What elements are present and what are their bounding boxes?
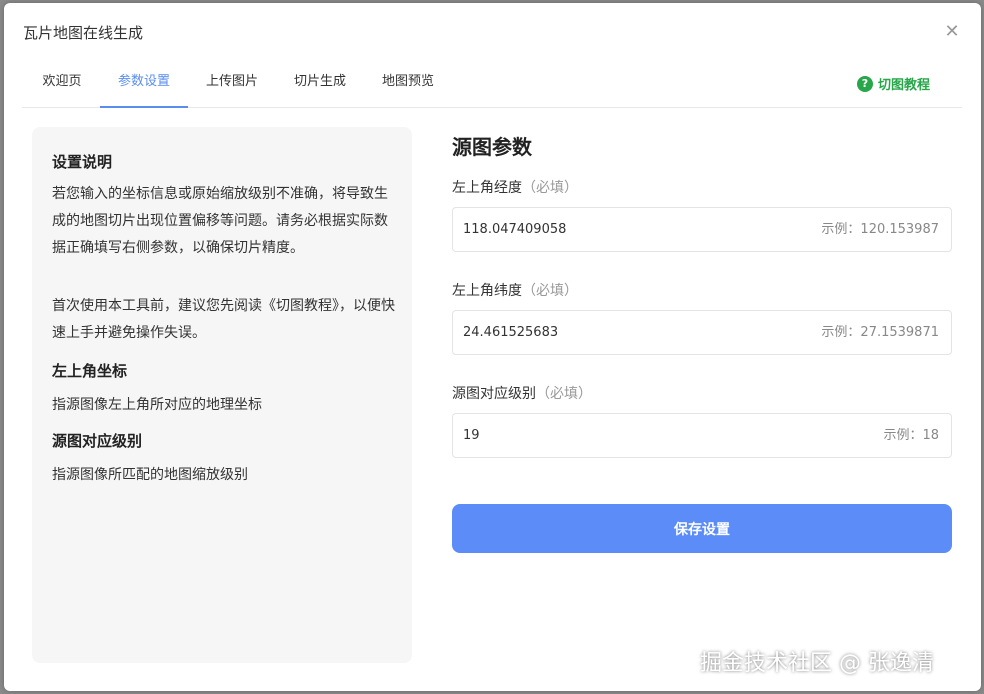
watermark: 掘金技术社区 @ 张逸清 <box>700 651 934 676</box>
latitude-example: 示例：27.1539871 <box>821 325 939 340</box>
settings-paragraph-2: 首次使用本工具前，建议您先阅读《切图教程》，以便快速上手并避免操作失误。 <box>52 298 395 341</box>
tutorial-label: 切图教程 <box>878 78 931 93</box>
longitude-label: 左上角经度（必填） <box>452 177 578 197</box>
level-description: 指源图像所匹配的地图缩放级别 <box>52 467 248 483</box>
save-settings-button[interactable]: 保存设置 <box>452 504 952 553</box>
tab-welcome[interactable]: 欢迎页 <box>22 63 102 107</box>
level-required: （必填） <box>536 386 592 402</box>
level-input[interactable] <box>463 414 763 457</box>
help-circle-icon: ? <box>857 75 873 92</box>
longitude-example: 示例：120.153987 <box>821 222 939 237</box>
latitude-input[interactable] <box>463 311 763 354</box>
longitude-required: （必填） <box>522 180 578 196</box>
latitude-field: 示例：27.1539871 <box>452 310 952 355</box>
tab-generate[interactable]: 切片生成 <box>284 63 356 107</box>
dialog-title: 瓦片地图在线生成 <box>23 24 144 42</box>
corner-heading: 左上角坐标 <box>52 362 128 380</box>
corner-description: 指源图像左上角所对应的地理坐标 <box>52 397 262 413</box>
level-heading: 源图对应级别 <box>52 432 143 450</box>
level-example: 示例：18 <box>883 428 939 443</box>
level-field: 示例：18 <box>452 413 952 458</box>
tab-bar: 欢迎页 参数设置 上传图片 切片生成 地图预览 <box>22 63 962 108</box>
level-label-text: 源图对应级别 <box>452 386 536 402</box>
longitude-field: 示例：120.153987 <box>452 207 952 252</box>
settings-heading: 设置说明 <box>52 153 113 171</box>
tab-upload[interactable]: 上传图片 <box>196 63 268 107</box>
longitude-label-text: 左上角经度 <box>452 180 522 196</box>
tab-preview[interactable]: 地图预览 <box>372 63 444 107</box>
longitude-input[interactable] <box>463 208 763 251</box>
tutorial-link[interactable]: ? 切图教程 <box>857 74 930 93</box>
tab-settings[interactable]: 参数设置 <box>100 63 188 108</box>
form-title: 源图参数 <box>452 135 532 159</box>
settings-paragraph-1: 若您输入的坐标信息或原始缩放级别不准确，将导致生成的地图切片出现位置偏移等问题。… <box>52 186 388 256</box>
level-label: 源图对应级别（必填） <box>452 383 592 403</box>
latitude-label-text: 左上角纬度 <box>452 283 522 299</box>
close-icon[interactable]: ✕ <box>942 22 962 42</box>
info-panel: 设置说明 若您输入的坐标信息或原始缩放级别不准确，将导致生成的地图切片出现位置偏… <box>32 127 412 663</box>
tile-map-dialog: 瓦片地图在线生成 ✕ 欢迎页 参数设置 上传图片 切片生成 地图预览 ? 切图教… <box>4 3 981 691</box>
latitude-label: 左上角纬度（必填） <box>452 280 578 300</box>
latitude-required: （必填） <box>522 283 578 299</box>
